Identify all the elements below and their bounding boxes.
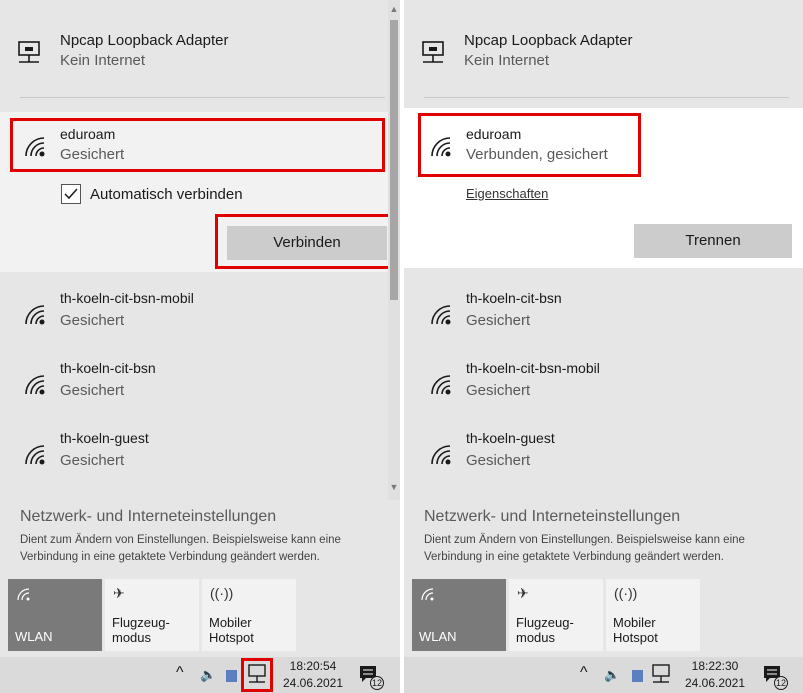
network-list-item[interactable]: th-koeln-cit-bsn Gesichert (0, 352, 388, 410)
airplane-icon: ✈ (113, 585, 125, 601)
wifi-signal-icon (25, 305, 45, 325)
connect-button[interactable]: Verbinden (227, 226, 387, 260)
adapter-status: Kein Internet (464, 52, 550, 69)
wifi-icon (421, 588, 434, 601)
adapter-status: Kein Internet (60, 52, 146, 69)
network-name: th-koeln-cit-bsn (466, 290, 562, 306)
airplane-mode-tile[interactable]: ✈ Flugzeug- modus (105, 579, 199, 651)
tile-label: modus (516, 630, 556, 645)
network-status: Gesichert (60, 146, 125, 163)
mobile-hotspot-tile[interactable]: ((·)) Mobiler Hotspot (606, 579, 700, 651)
network-tray-icon[interactable] (246, 663, 268, 685)
scroll-thumb[interactable] (390, 20, 398, 300)
notification-count-badge: 12 (370, 676, 384, 690)
network-status: Gesichert (466, 382, 531, 399)
speaker-icon[interactable]: 🔈 (200, 667, 216, 683)
network-name: th-koeln-cit-bsn-mobil (60, 290, 194, 306)
auto-connect-label: Automatisch verbinden (90, 186, 243, 203)
app-tray-icon[interactable] (632, 670, 643, 682)
network-name: eduroam (60, 126, 116, 142)
hotspot-icon: ((·)) (614, 585, 638, 601)
adapter-name: Npcap Loopback Adapter (464, 32, 633, 49)
network-list-item[interactable]: th-koeln-cit-bsn Gesichert (404, 282, 803, 340)
auto-connect-checkbox[interactable] (61, 184, 81, 204)
network-list-item[interactable]: th-koeln-cit-bsn-mobil Gesichert (0, 282, 388, 340)
divider (424, 97, 789, 98)
network-name: th-koeln-cit-bsn-mobil (466, 360, 600, 376)
wifi-signal-icon (25, 445, 45, 465)
clock-time[interactable]: 18:20:54 (278, 659, 348, 673)
ethernet-adapter-icon (18, 41, 40, 63)
tile-label: Flugzeug- (516, 615, 574, 630)
network-list-item[interactable]: th-koeln-guest Gesichert (404, 422, 803, 480)
taskbar: ^ 🔈 18:20:54 24.06.2021 12 (0, 657, 400, 693)
wifi-signal-icon (431, 137, 451, 157)
wifi-signal-icon (431, 305, 451, 325)
network-settings-description: Dient zum Ändern von Einstellungen. Beis… (424, 534, 745, 563)
clock-time[interactable]: 18:22:30 (680, 659, 750, 673)
tile-label: Flugzeug- (112, 615, 170, 630)
wifi-signal-icon (25, 375, 45, 395)
network-flyout-left: Npcap Loopback Adapter Kein Internet edu… (0, 0, 400, 693)
chevron-up-icon[interactable]: ^ (176, 664, 184, 682)
wifi-icon (17, 588, 30, 601)
wlan-tile[interactable]: WLAN (412, 579, 506, 651)
properties-link[interactable]: Eigenschaften (466, 186, 548, 201)
scroll-down-arrow-icon[interactable]: ▼ (388, 480, 400, 494)
clock-date[interactable]: 24.06.2021 (680, 676, 750, 690)
airplane-icon: ✈ (517, 585, 529, 601)
network-status: Gesichert (466, 452, 531, 469)
network-list-item[interactable]: th-koeln-guest Gesichert (0, 422, 388, 480)
network-flyout-right: Npcap Loopback Adapter Kein Internet edu… (404, 0, 803, 693)
network-status: Verbunden, gesichert (466, 146, 608, 163)
tile-label: Hotspot (613, 630, 658, 645)
hotspot-icon: ((·)) (210, 585, 234, 601)
tile-label: Mobiler (209, 615, 252, 630)
network-name: th-koeln-guest (466, 430, 555, 446)
chevron-up-icon[interactable]: ^ (580, 664, 588, 682)
wifi-signal-icon (25, 137, 45, 157)
wlan-tile[interactable]: WLAN (8, 579, 102, 651)
scroll-up-arrow-icon[interactable]: ▲ (388, 2, 400, 16)
tile-label: WLAN (419, 629, 457, 644)
ethernet-adapter-icon (422, 41, 444, 63)
network-name: th-koeln-cit-bsn (60, 360, 156, 376)
adapter-name: Npcap Loopback Adapter (60, 32, 229, 49)
network-name: th-koeln-guest (60, 430, 149, 446)
airplane-mode-tile[interactable]: ✈ Flugzeug- modus (509, 579, 603, 651)
network-tray-icon[interactable] (650, 663, 672, 685)
tile-label: WLAN (15, 629, 53, 644)
network-status: Gesichert (60, 452, 125, 469)
disconnect-button[interactable]: Trennen (634, 224, 792, 258)
notification-count-badge: 12 (774, 676, 788, 690)
network-status: Gesichert (60, 312, 125, 329)
tile-label: modus (112, 630, 152, 645)
tile-label: Mobiler (613, 615, 656, 630)
speaker-icon[interactable]: 🔈 (604, 667, 620, 683)
wifi-signal-icon (431, 375, 451, 395)
tile-label: Hotspot (209, 630, 254, 645)
scrollbar[interactable]: ▲ ▼ (388, 0, 400, 500)
notification-center-icon[interactable]: 12 (358, 664, 384, 690)
network-status: Gesichert (466, 312, 531, 329)
network-settings-description: Dient zum Ändern von Einstellungen. Beis… (20, 534, 341, 563)
network-settings-link[interactable]: Netzwerk- und Interneteinstellungen (20, 508, 276, 526)
taskbar: ^ 🔈 18:22:30 24.06.2021 12 (404, 657, 803, 693)
network-settings-link[interactable]: Netzwerk- und Interneteinstellungen (424, 508, 680, 526)
clock-date[interactable]: 24.06.2021 (278, 676, 348, 690)
mobile-hotspot-tile[interactable]: ((·)) Mobiler Hotspot (202, 579, 296, 651)
divider (20, 97, 385, 98)
wifi-signal-icon (431, 445, 451, 465)
network-name: eduroam (466, 126, 522, 142)
app-tray-icon[interactable] (226, 670, 237, 682)
notification-center-icon[interactable]: 12 (762, 664, 788, 690)
checkmark-icon (64, 188, 78, 200)
network-status: Gesichert (60, 382, 125, 399)
network-list-item[interactable]: th-koeln-cit-bsn-mobil Gesichert (404, 352, 803, 410)
